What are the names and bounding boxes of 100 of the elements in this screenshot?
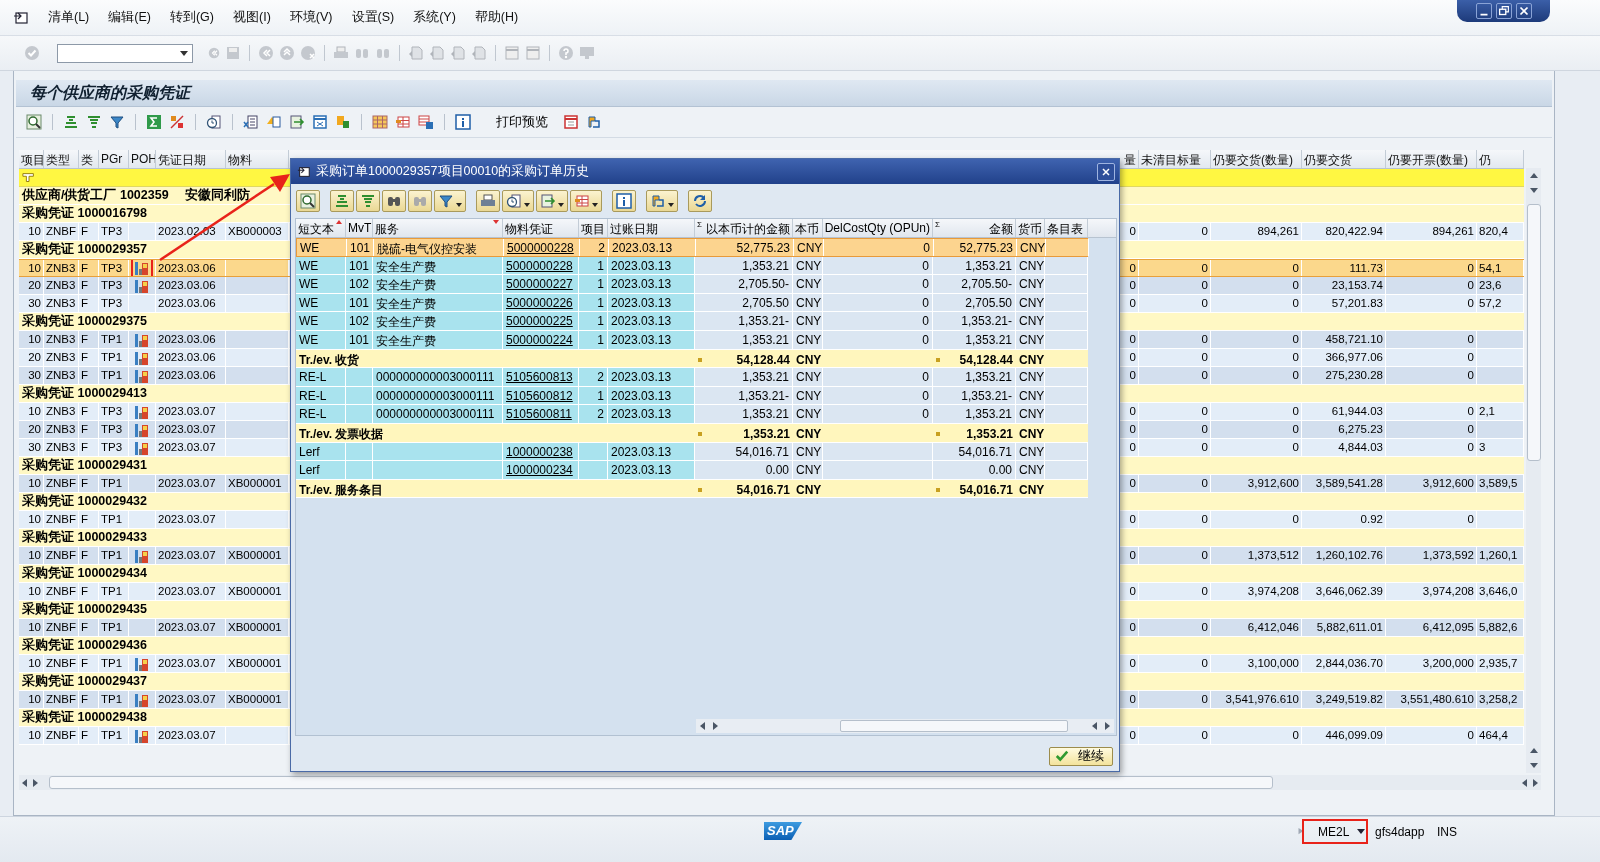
info-icon[interactable] <box>455 114 471 130</box>
layout-icon[interactable] <box>586 114 602 130</box>
command-field[interactable] <box>57 43 193 63</box>
menu-item[interactable]: 清单(L) <box>48 9 90 26</box>
menu-item[interactable]: 编辑(E) <box>108 9 151 26</box>
column-header[interactable]: 物料凭证 <box>503 219 579 237</box>
column-header[interactable]: 本币 <box>793 219 823 237</box>
column-header[interactable]: 量 <box>1124 153 1136 167</box>
menu-item[interactable]: 转到(G) <box>169 9 214 26</box>
group-label: 采购凭证 1000029413 <box>22 385 147 402</box>
column-header[interactable]: DelCostQty (OPUn) <box>823 219 933 237</box>
export-button[interactable] <box>536 190 568 212</box>
column-header[interactable]: 项目 <box>579 219 608 237</box>
minimize-icon[interactable] <box>1475 3 1492 19</box>
layout-button[interactable] <box>646 190 678 212</box>
sort-descending-button[interactable] <box>356 190 380 212</box>
new-session-icon[interactable] <box>504 45 520 61</box>
horizontal-scrollbar[interactable] <box>696 719 1114 733</box>
horizontal-scrollbar[interactable] <box>19 775 1541 790</box>
column-header[interactable]: 条目表 <box>1045 219 1088 237</box>
column-header[interactable]: Σ 以本币计的金额 <box>695 219 793 237</box>
continue-button[interactable]: 继续 <box>1049 746 1113 766</box>
window-document-icon[interactable] <box>312 114 328 130</box>
filter-icon[interactable] <box>22 170 36 185</box>
bar-chart-icon[interactable] <box>134 367 150 384</box>
bar-chart-icon[interactable] <box>134 691 150 708</box>
bar-chart-icon[interactable] <box>134 403 150 420</box>
refresh-button[interactable] <box>688 190 712 212</box>
bar-chart-icon[interactable] <box>134 727 150 744</box>
menu-item[interactable]: 环境(V) <box>289 9 333 26</box>
column-header[interactable]: 仍要交货 <box>1302 150 1386 168</box>
grid-icon[interactable] <box>372 114 388 130</box>
previous-page-icon[interactable] <box>429 45 445 61</box>
column-header[interactable]: 凭证日期 <box>156 150 226 168</box>
menu-item[interactable]: 视图(I) <box>233 9 271 26</box>
grid-edit-button[interactable] <box>570 190 602 212</box>
column-header[interactable]: Σ 金额 <box>933 219 1016 237</box>
bar-chart-icon[interactable] <box>134 655 150 672</box>
print-button[interactable] <box>476 190 500 212</box>
table-cell: 10 <box>19 403 44 420</box>
column-header[interactable]: 货币 <box>1016 219 1045 237</box>
spreadsheet-icon[interactable] <box>243 114 259 130</box>
column-header[interactable]: 类型 <box>44 150 79 168</box>
bar-chart-icon[interactable] <box>134 421 150 438</box>
menu-item[interactable]: 设置(S) <box>351 9 395 26</box>
column-header[interactable]: 仍要开票(数量) <box>1386 150 1477 168</box>
column-header[interactable]: 未清目标量 <box>1139 150 1211 168</box>
close-button[interactable] <box>1097 163 1115 181</box>
table-cell: F <box>79 403 99 420</box>
grid-edit-icon[interactable] <box>395 114 411 130</box>
column-header[interactable]: MvT <box>346 219 373 237</box>
column-header[interactable]: 类 <box>79 150 99 168</box>
bar-chart-icon[interactable] <box>134 349 150 366</box>
vertical-scrollbar[interactable] <box>1526 168 1541 773</box>
column-header[interactable]: 短文本 <box>296 219 346 237</box>
restore-icon[interactable] <box>1495 3 1512 19</box>
column-header[interactable]: PGr <box>99 150 129 168</box>
sort-ascending-icon[interactable] <box>63 114 79 130</box>
close-icon[interactable] <box>1515 3 1532 19</box>
column-header[interactable]: 仍要交货(数量) <box>1211 150 1302 168</box>
grid-save-icon[interactable] <box>418 114 434 130</box>
shortcut-icon[interactable] <box>525 45 541 61</box>
column-header[interactable]: 仍 <box>1477 150 1524 168</box>
table-cell: 101 <box>347 239 374 256</box>
bar-chart-icon[interactable] <box>134 547 150 564</box>
dialog-menu-icon[interactable] <box>297 164 311 179</box>
print-preview-button[interactable]: 打印预览 <box>496 113 548 131</box>
table-cell: 2,705.50- <box>695 275 793 293</box>
sum-icon[interactable] <box>146 114 162 130</box>
sort-ascending-button[interactable] <box>330 190 354 212</box>
bar-chart-icon[interactable] <box>134 277 150 294</box>
next-page-icon[interactable] <box>450 45 466 61</box>
bar-chart-icon[interactable] <box>134 439 150 456</box>
app-menu-icon[interactable] <box>13 9 29 26</box>
bar-chart-icon[interactable] <box>134 331 150 348</box>
clock-document-icon[interactable] <box>206 114 222 130</box>
clock-document-button[interactable] <box>502 190 534 212</box>
menu-item[interactable]: 帮助(H) <box>474 9 519 26</box>
column-header[interactable]: 物料 <box>226 150 289 168</box>
filter-icon[interactable] <box>109 114 125 130</box>
column-header[interactable]: 服务 <box>373 219 503 237</box>
calendar-icon[interactable] <box>563 114 579 130</box>
table-cell: 458,721.10 <box>1302 331 1386 348</box>
abc-icon[interactable] <box>335 114 351 130</box>
filter-button[interactable] <box>434 190 466 212</box>
subtotal-icon[interactable] <box>169 114 185 130</box>
last-page-icon[interactable] <box>471 45 487 61</box>
info-button[interactable] <box>612 190 636 212</box>
first-page-icon[interactable] <box>408 45 424 61</box>
find-button[interactable] <box>382 190 406 212</box>
table-cell: TP1 <box>99 619 129 636</box>
document-export-icon[interactable] <box>289 114 305 130</box>
transaction-field[interactable]: ME2L <box>1302 819 1368 844</box>
sort-descending-icon[interactable] <box>86 114 102 130</box>
detail-button[interactable] <box>296 190 320 212</box>
column-header[interactable]: 项目 <box>19 150 44 168</box>
detail-icon[interactable] <box>26 114 42 130</box>
text-export-icon[interactable] <box>266 114 282 130</box>
column-header[interactable]: 过账日期 <box>608 219 695 237</box>
menu-item[interactable]: 系统(Y) <box>413 9 456 26</box>
